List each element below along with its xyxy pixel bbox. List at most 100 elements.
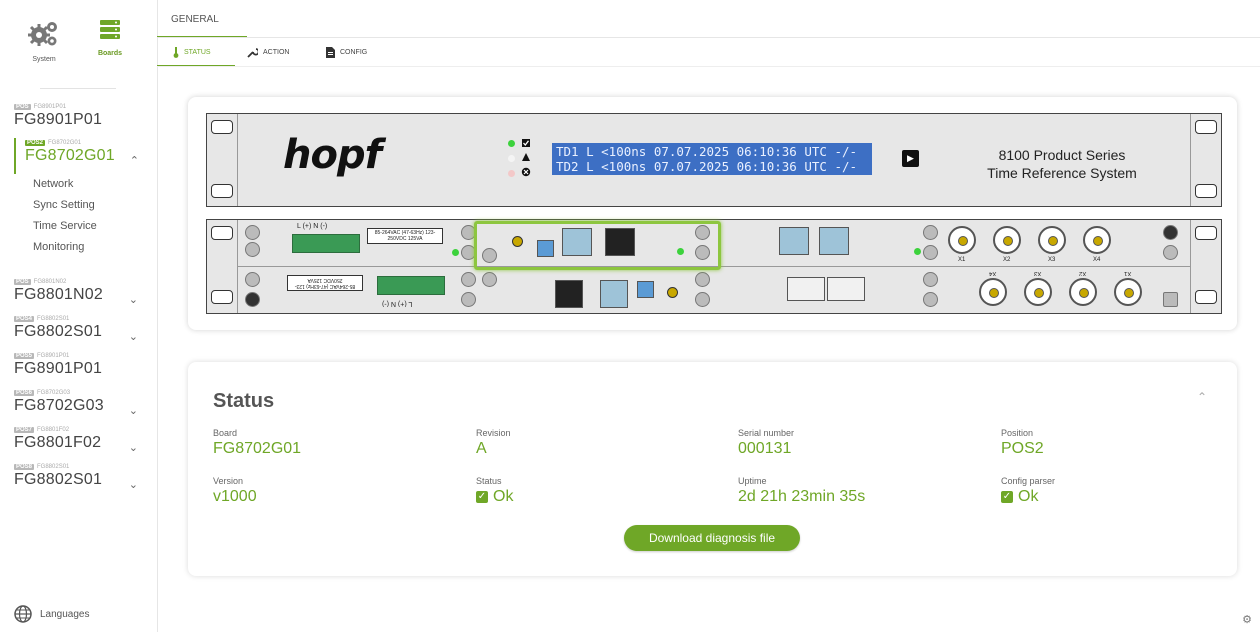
tab-status-label: STATUS <box>184 49 211 56</box>
status-symbols-icon <box>521 139 531 177</box>
tab-config[interactable]: CONFIG <box>326 47 367 58</box>
chevron-down-icon[interactable]: ⌄ <box>129 330 138 343</box>
settings-gear-icon[interactable]: ⚙ <box>1242 613 1252 626</box>
chevron-down-icon[interactable]: ⌄ <box>129 293 138 306</box>
bnc-connector <box>1069 278 1097 306</box>
ethernet-port <box>600 280 628 308</box>
status-led <box>452 249 459 256</box>
boards-label: Boards <box>97 50 123 57</box>
board-small-label: FG8801F02 <box>37 427 70 433</box>
selected-module-highlight[interactable] <box>474 221 721 270</box>
thermometer-icon <box>173 47 179 58</box>
board-item-fg8702g03[interactable]: POS6 FG8702G03 FG8702G03 ⌄ <box>14 390 144 417</box>
board-small-label: FG8802S01 <box>37 464 70 470</box>
gears-icon <box>28 22 57 46</box>
screw <box>923 272 938 287</box>
product-description: 8100 Product Series Time Reference Syste… <box>967 146 1157 182</box>
power-connector <box>377 276 445 295</box>
tab-general[interactable]: GENERAL <box>171 14 219 25</box>
pos-tag: POS7 <box>14 427 35 433</box>
check-icon: ✓ <box>1001 491 1013 503</box>
submenu-sync-setting[interactable]: Sync Setting <box>33 199 95 211</box>
lcd-line-1: TD1 L <100ns 07.07.2025 06:10:36 UTC -/- <box>556 144 858 159</box>
bnc-label: X1 <box>1124 270 1132 276</box>
chevron-up-icon[interactable]: ⌃ <box>1197 390 1207 404</box>
board-item-fg8702g01[interactable]: POS2 FG8702G01 FG8702G01 ⌃ <box>25 140 145 167</box>
fiber-port <box>827 277 865 301</box>
board-name: FG8802S01 <box>14 471 103 488</box>
board-name: FG8801F02 <box>14 434 102 451</box>
board-item-fg8801n02[interactable]: POS FG8801N02 FG8801N02 ⌄ <box>14 279 144 306</box>
pos-tag: POS <box>14 279 31 285</box>
field-value: 2d 21h 23min 35s <box>738 488 866 505</box>
tab-status[interactable]: STATUS <box>173 47 211 58</box>
tab-action[interactable]: ACTION <box>247 47 289 58</box>
field-uptime: Uptime 2d 21h 23min 35s <box>738 476 865 506</box>
board-name: FG8901P01 <box>14 111 103 128</box>
submenu-time-service[interactable]: Time Service <box>33 220 97 232</box>
bnc-connector-x2 <box>993 226 1021 254</box>
field-value: Ok <box>493 488 514 505</box>
bnc-label: X3 <box>1034 270 1042 276</box>
antenna-port <box>667 287 678 298</box>
chevron-up-icon[interactable]: ⌃ <box>130 154 139 167</box>
board-item-fg8802s01[interactable]: POS4 FG8802S01 FG8802S01 ⌄ <box>14 316 144 343</box>
status-led <box>508 140 515 147</box>
screw <box>461 292 476 307</box>
ethernet-port <box>779 227 809 255</box>
submenu-network[interactable]: Network <box>33 178 73 190</box>
board-name: FG8702G01 <box>25 147 115 164</box>
bnc-connector-x1 <box>948 226 976 254</box>
screw <box>245 225 260 240</box>
mount-hole <box>1195 120 1217 134</box>
fiber-port <box>787 277 825 301</box>
product-name: Time Reference System <box>987 165 1137 181</box>
bnc-connector <box>1024 278 1052 306</box>
active-indicator <box>14 138 16 174</box>
status-title: Status <box>213 390 275 412</box>
board-item-fg8901p01[interactable]: POS FG8901P01 FG8901P01 <box>14 104 144 129</box>
field-serial-number: Serial number 000131 <box>738 428 794 458</box>
screw <box>461 272 476 287</box>
pos-tag: POS8 <box>14 464 35 470</box>
device-card: hopf TD1 L <100ns 07.07.2025 06:10:36 UT… <box>188 97 1237 330</box>
field-board: Board FG8702G01 <box>213 428 301 458</box>
lcd-line-2: TD2 L <100ns 07.07.2025 06:10:36 UTC -/- <box>556 159 858 174</box>
board-item-fg8801f02[interactable]: POS7 FG8801F02 FG8801F02 ⌄ <box>14 427 144 454</box>
download-diagnosis-button[interactable]: Download diagnosis file <box>624 525 800 551</box>
chevron-down-icon[interactable]: ⌄ <box>129 404 138 417</box>
mount-hole <box>1195 184 1217 198</box>
lmn-label: L (+) N (-) <box>297 223 328 230</box>
system-nav-button[interactable]: System <box>14 18 74 63</box>
screw <box>245 292 260 307</box>
status-led <box>914 248 921 255</box>
field-status: Status ✓ Ok <box>476 476 513 506</box>
board-name: FG8802S01 <box>14 323 103 340</box>
bnc-connector-x4 <box>1083 226 1111 254</box>
bnc-label: X1 <box>958 257 966 263</box>
server-icon <box>100 20 120 39</box>
field-config-parser: Config parser ✓ Ok <box>1001 476 1055 506</box>
board-small-label: FG8801N02 <box>33 279 67 285</box>
field-label: Revision <box>476 428 511 438</box>
board-item-fg8901p01-b[interactable]: POS5 FG8901P01 FG8901P01 <box>14 353 144 378</box>
display-next-button[interactable]: ▶ <box>902 150 919 167</box>
boards-nav-button[interactable]: Boards <box>80 18 140 57</box>
psu-label: 85-264VAC (47-63Hz) 123-250VDC 125VA <box>287 275 363 291</box>
screw <box>923 245 938 260</box>
screw <box>245 272 260 287</box>
check-icon: ✓ <box>476 491 488 503</box>
chevron-down-icon[interactable]: ⌄ <box>129 478 138 491</box>
status-led <box>508 170 515 177</box>
bnc-label: X2 <box>1003 257 1011 263</box>
board-name: FG8801N02 <box>14 286 103 303</box>
divider <box>40 88 116 89</box>
field-value: FG8702G01 <box>213 440 302 457</box>
field-revision: Revision A <box>476 428 511 458</box>
board-item-fg8802s01-b[interactable]: POS8 FG8802S01 FG8802S01 ⌄ <box>14 464 144 491</box>
chevron-down-icon[interactable]: ⌄ <box>129 441 138 454</box>
submenu-monitoring[interactable]: Monitoring <box>33 241 84 253</box>
languages-button[interactable]: Languages <box>14 605 90 623</box>
tab-action-label: ACTION <box>263 49 290 56</box>
wrench-icon <box>247 48 258 58</box>
